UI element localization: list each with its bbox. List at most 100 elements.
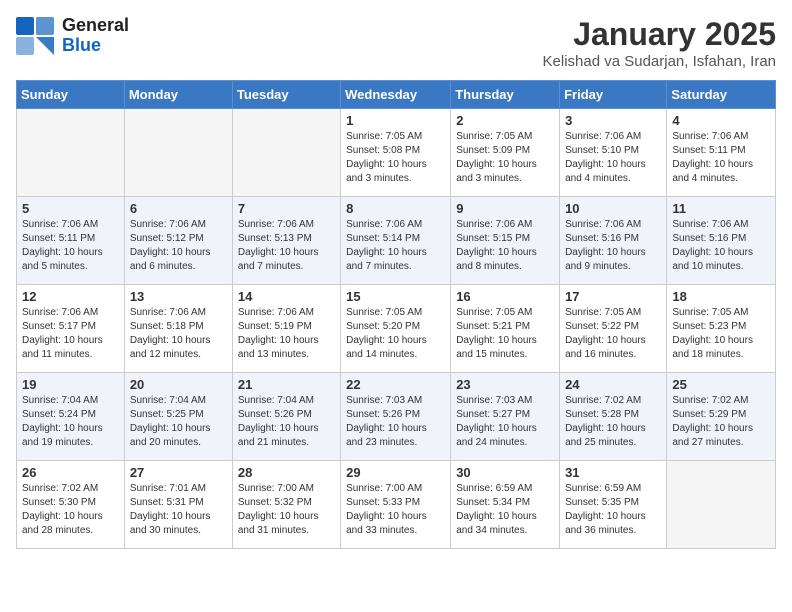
- day-info: Sunrise: 7:05 AM Sunset: 5:09 PM Dayligh…: [456, 130, 554, 186]
- day-info: Sunrise: 7:03 AM Sunset: 5:26 PM Dayligh…: [346, 394, 445, 450]
- day-number: 24: [565, 377, 661, 392]
- calendar-table: SundayMondayTuesdayWednesdayThursdayFrid…: [16, 80, 776, 549]
- day-info: Sunrise: 7:05 AM Sunset: 5:20 PM Dayligh…: [346, 306, 445, 362]
- calendar-cell: [232, 109, 340, 197]
- weekday-header-tuesday: Tuesday: [232, 81, 340, 109]
- calendar-cell: 8 Sunrise: 7:06 AM Sunset: 5:14 PM Daylig…: [341, 197, 451, 285]
- day-number: 8: [346, 201, 445, 216]
- calendar-cell: 2 Sunrise: 7:05 AM Sunset: 5:09 PM Daylig…: [451, 109, 560, 197]
- calendar-cell: 1 Sunrise: 7:05 AM Sunset: 5:08 PM Daylig…: [341, 109, 451, 197]
- day-info: Sunrise: 7:06 AM Sunset: 5:11 PM Dayligh…: [22, 218, 119, 274]
- day-info: Sunrise: 7:06 AM Sunset: 5:14 PM Dayligh…: [346, 218, 445, 274]
- weekday-header-wednesday: Wednesday: [341, 81, 451, 109]
- page-header: General Blue January 2025 Kelishad va Su…: [16, 16, 776, 70]
- weekday-header-friday: Friday: [560, 81, 667, 109]
- day-info: Sunrise: 7:02 AM Sunset: 5:30 PM Dayligh…: [22, 482, 119, 538]
- calendar-week-row-3: 12Sunrise: 7:06 AM Sunset: 5:17 PM Dayli…: [17, 285, 776, 373]
- weekday-header-thursday: Thursday: [451, 81, 560, 109]
- day-info: Sunrise: 7:06 AM Sunset: 5:11 PM Dayligh…: [672, 130, 770, 186]
- day-info: Sunrise: 7:02 AM Sunset: 5:28 PM Dayligh…: [565, 394, 661, 450]
- day-info: Sunrise: 6:59 AM Sunset: 5:35 PM Dayligh…: [565, 482, 661, 538]
- calendar-cell: 7 Sunrise: 7:06 AM Sunset: 5:13 PM Daylig…: [232, 197, 340, 285]
- calendar-cell: 20 Sunrise: 7:04 AM Sunset: 5:25 PM Dayli…: [124, 373, 232, 461]
- day-info: Sunrise: 7:03 AM Sunset: 5:27 PM Dayligh…: [456, 394, 554, 450]
- weekday-header-saturday: Saturday: [667, 81, 776, 109]
- day-info: Sunrise: 7:06 AM Sunset: 5:19 PM Dayligh…: [238, 306, 335, 362]
- day-info: Sunrise: 7:06 AM Sunset: 5:13 PM Dayligh…: [238, 218, 335, 274]
- weekday-header-monday: Monday: [124, 81, 232, 109]
- day-number: 27: [130, 465, 227, 480]
- calendar-cell: 30 Sunrise: 6:59 AM Sunset: 5:34 PM Dayli…: [451, 461, 560, 549]
- day-info: Sunrise: 7:05 AM Sunset: 5:23 PM Dayligh…: [672, 306, 770, 362]
- day-info: Sunrise: 7:05 AM Sunset: 5:08 PM Dayligh…: [346, 130, 445, 186]
- day-info: Sunrise: 7:06 AM Sunset: 5:12 PM Dayligh…: [130, 218, 227, 274]
- day-number: 16: [456, 289, 554, 304]
- calendar-cell: 26 Sunrise: 7:02 AM Sunset: 5:30 PM Dayli…: [17, 461, 125, 549]
- day-number: 2: [456, 113, 554, 128]
- day-number: 13: [130, 289, 227, 304]
- day-number: 12: [22, 289, 119, 304]
- calendar-cell: 23 Sunrise: 7:03 AM Sunset: 5:27 PM Dayli…: [451, 373, 560, 461]
- day-info: Sunrise: 7:00 AM Sunset: 5:32 PM Dayligh…: [238, 482, 335, 538]
- calendar-week-row-2: 5 Sunrise: 7:06 AM Sunset: 5:11 PM Daylig…: [17, 197, 776, 285]
- day-number: 25: [672, 377, 770, 392]
- day-number: 23: [456, 377, 554, 392]
- day-number: 4: [672, 113, 770, 128]
- day-info: Sunrise: 7:06 AM Sunset: 5:16 PM Dayligh…: [565, 218, 661, 274]
- calendar-cell: 14 Sunrise: 7:06 AM Sunset: 5:19 PM Dayli…: [232, 285, 340, 373]
- day-number: 1: [346, 113, 445, 128]
- day-number: 30: [456, 465, 554, 480]
- day-info: Sunrise: 7:04 AM Sunset: 5:26 PM Dayligh…: [238, 394, 335, 450]
- day-number: 3: [565, 113, 661, 128]
- day-number: 6: [130, 201, 227, 216]
- calendar-cell: [124, 109, 232, 197]
- day-info: Sunrise: 7:06 AM Sunset: 5:16 PM Dayligh…: [672, 218, 770, 274]
- calendar-cell: 9 Sunrise: 7:06 AM Sunset: 5:15 PM Daylig…: [451, 197, 560, 285]
- calendar-cell: 17Sunrise: 7:05 AM Sunset: 5:22 PM Dayli…: [560, 285, 667, 373]
- calendar-cell: 3 Sunrise: 7:06 AM Sunset: 5:10 PM Daylig…: [560, 109, 667, 197]
- day-info: Sunrise: 7:01 AM Sunset: 5:31 PM Dayligh…: [130, 482, 227, 538]
- calendar-cell: 28 Sunrise: 7:00 AM Sunset: 5:32 PM Dayli…: [232, 461, 340, 549]
- day-number: 5: [22, 201, 119, 216]
- logo-blue: Blue: [62, 36, 129, 56]
- day-number: 22: [346, 377, 445, 392]
- calendar-cell: 24 Sunrise: 7:02 AM Sunset: 5:28 PM Dayli…: [560, 373, 667, 461]
- day-info: Sunrise: 7:06 AM Sunset: 5:18 PM Dayligh…: [130, 306, 227, 362]
- logo-general: General: [62, 16, 129, 36]
- day-number: 19: [22, 377, 119, 392]
- day-number: 17: [565, 289, 661, 304]
- day-number: 21: [238, 377, 335, 392]
- location-subtitle: Kelishad va Sudarjan, Isfahan, Iran: [543, 53, 776, 70]
- day-number: 31: [565, 465, 661, 480]
- day-number: 26: [22, 465, 119, 480]
- weekday-header-sunday: Sunday: [17, 81, 125, 109]
- calendar-cell: 10 Sunrise: 7:06 AM Sunset: 5:16 PM Dayli…: [560, 197, 667, 285]
- logo-icon: [16, 17, 58, 55]
- day-number: 29: [346, 465, 445, 480]
- calendar-week-row-4: 19Sunrise: 7:04 AM Sunset: 5:24 PM Dayli…: [17, 373, 776, 461]
- calendar-cell: 18Sunrise: 7:05 AM Sunset: 5:23 PM Dayli…: [667, 285, 776, 373]
- day-info: Sunrise: 7:04 AM Sunset: 5:25 PM Dayligh…: [130, 394, 227, 450]
- day-number: 11: [672, 201, 770, 216]
- calendar-cell: 21 Sunrise: 7:04 AM Sunset: 5:26 PM Dayli…: [232, 373, 340, 461]
- day-number: 9: [456, 201, 554, 216]
- calendar-cell: [17, 109, 125, 197]
- calendar-cell: 6 Sunrise: 7:06 AM Sunset: 5:12 PM Daylig…: [124, 197, 232, 285]
- day-info: Sunrise: 6:59 AM Sunset: 5:34 PM Dayligh…: [456, 482, 554, 538]
- calendar-cell: 5 Sunrise: 7:06 AM Sunset: 5:11 PM Daylig…: [17, 197, 125, 285]
- day-number: 10: [565, 201, 661, 216]
- day-number: 7: [238, 201, 335, 216]
- calendar-cell: 25Sunrise: 7:02 AM Sunset: 5:29 PM Dayli…: [667, 373, 776, 461]
- calendar-cell: 27 Sunrise: 7:01 AM Sunset: 5:31 PM Dayli…: [124, 461, 232, 549]
- calendar-cell: 13 Sunrise: 7:06 AM Sunset: 5:18 PM Dayli…: [124, 285, 232, 373]
- day-number: 14: [238, 289, 335, 304]
- calendar-cell: 11 Sunrise: 7:06 AM Sunset: 5:16 PM Dayli…: [667, 197, 776, 285]
- day-info: Sunrise: 7:06 AM Sunset: 5:15 PM Dayligh…: [456, 218, 554, 274]
- day-number: 28: [238, 465, 335, 480]
- logo: General Blue: [16, 16, 129, 56]
- day-number: 20: [130, 377, 227, 392]
- calendar-cell: 16Sunrise: 7:05 AM Sunset: 5:21 PM Dayli…: [451, 285, 560, 373]
- calendar-cell: 19Sunrise: 7:04 AM Sunset: 5:24 PM Dayli…: [17, 373, 125, 461]
- day-info: Sunrise: 7:06 AM Sunset: 5:10 PM Dayligh…: [565, 130, 661, 186]
- weekday-header-row: SundayMondayTuesdayWednesdayThursdayFrid…: [17, 81, 776, 109]
